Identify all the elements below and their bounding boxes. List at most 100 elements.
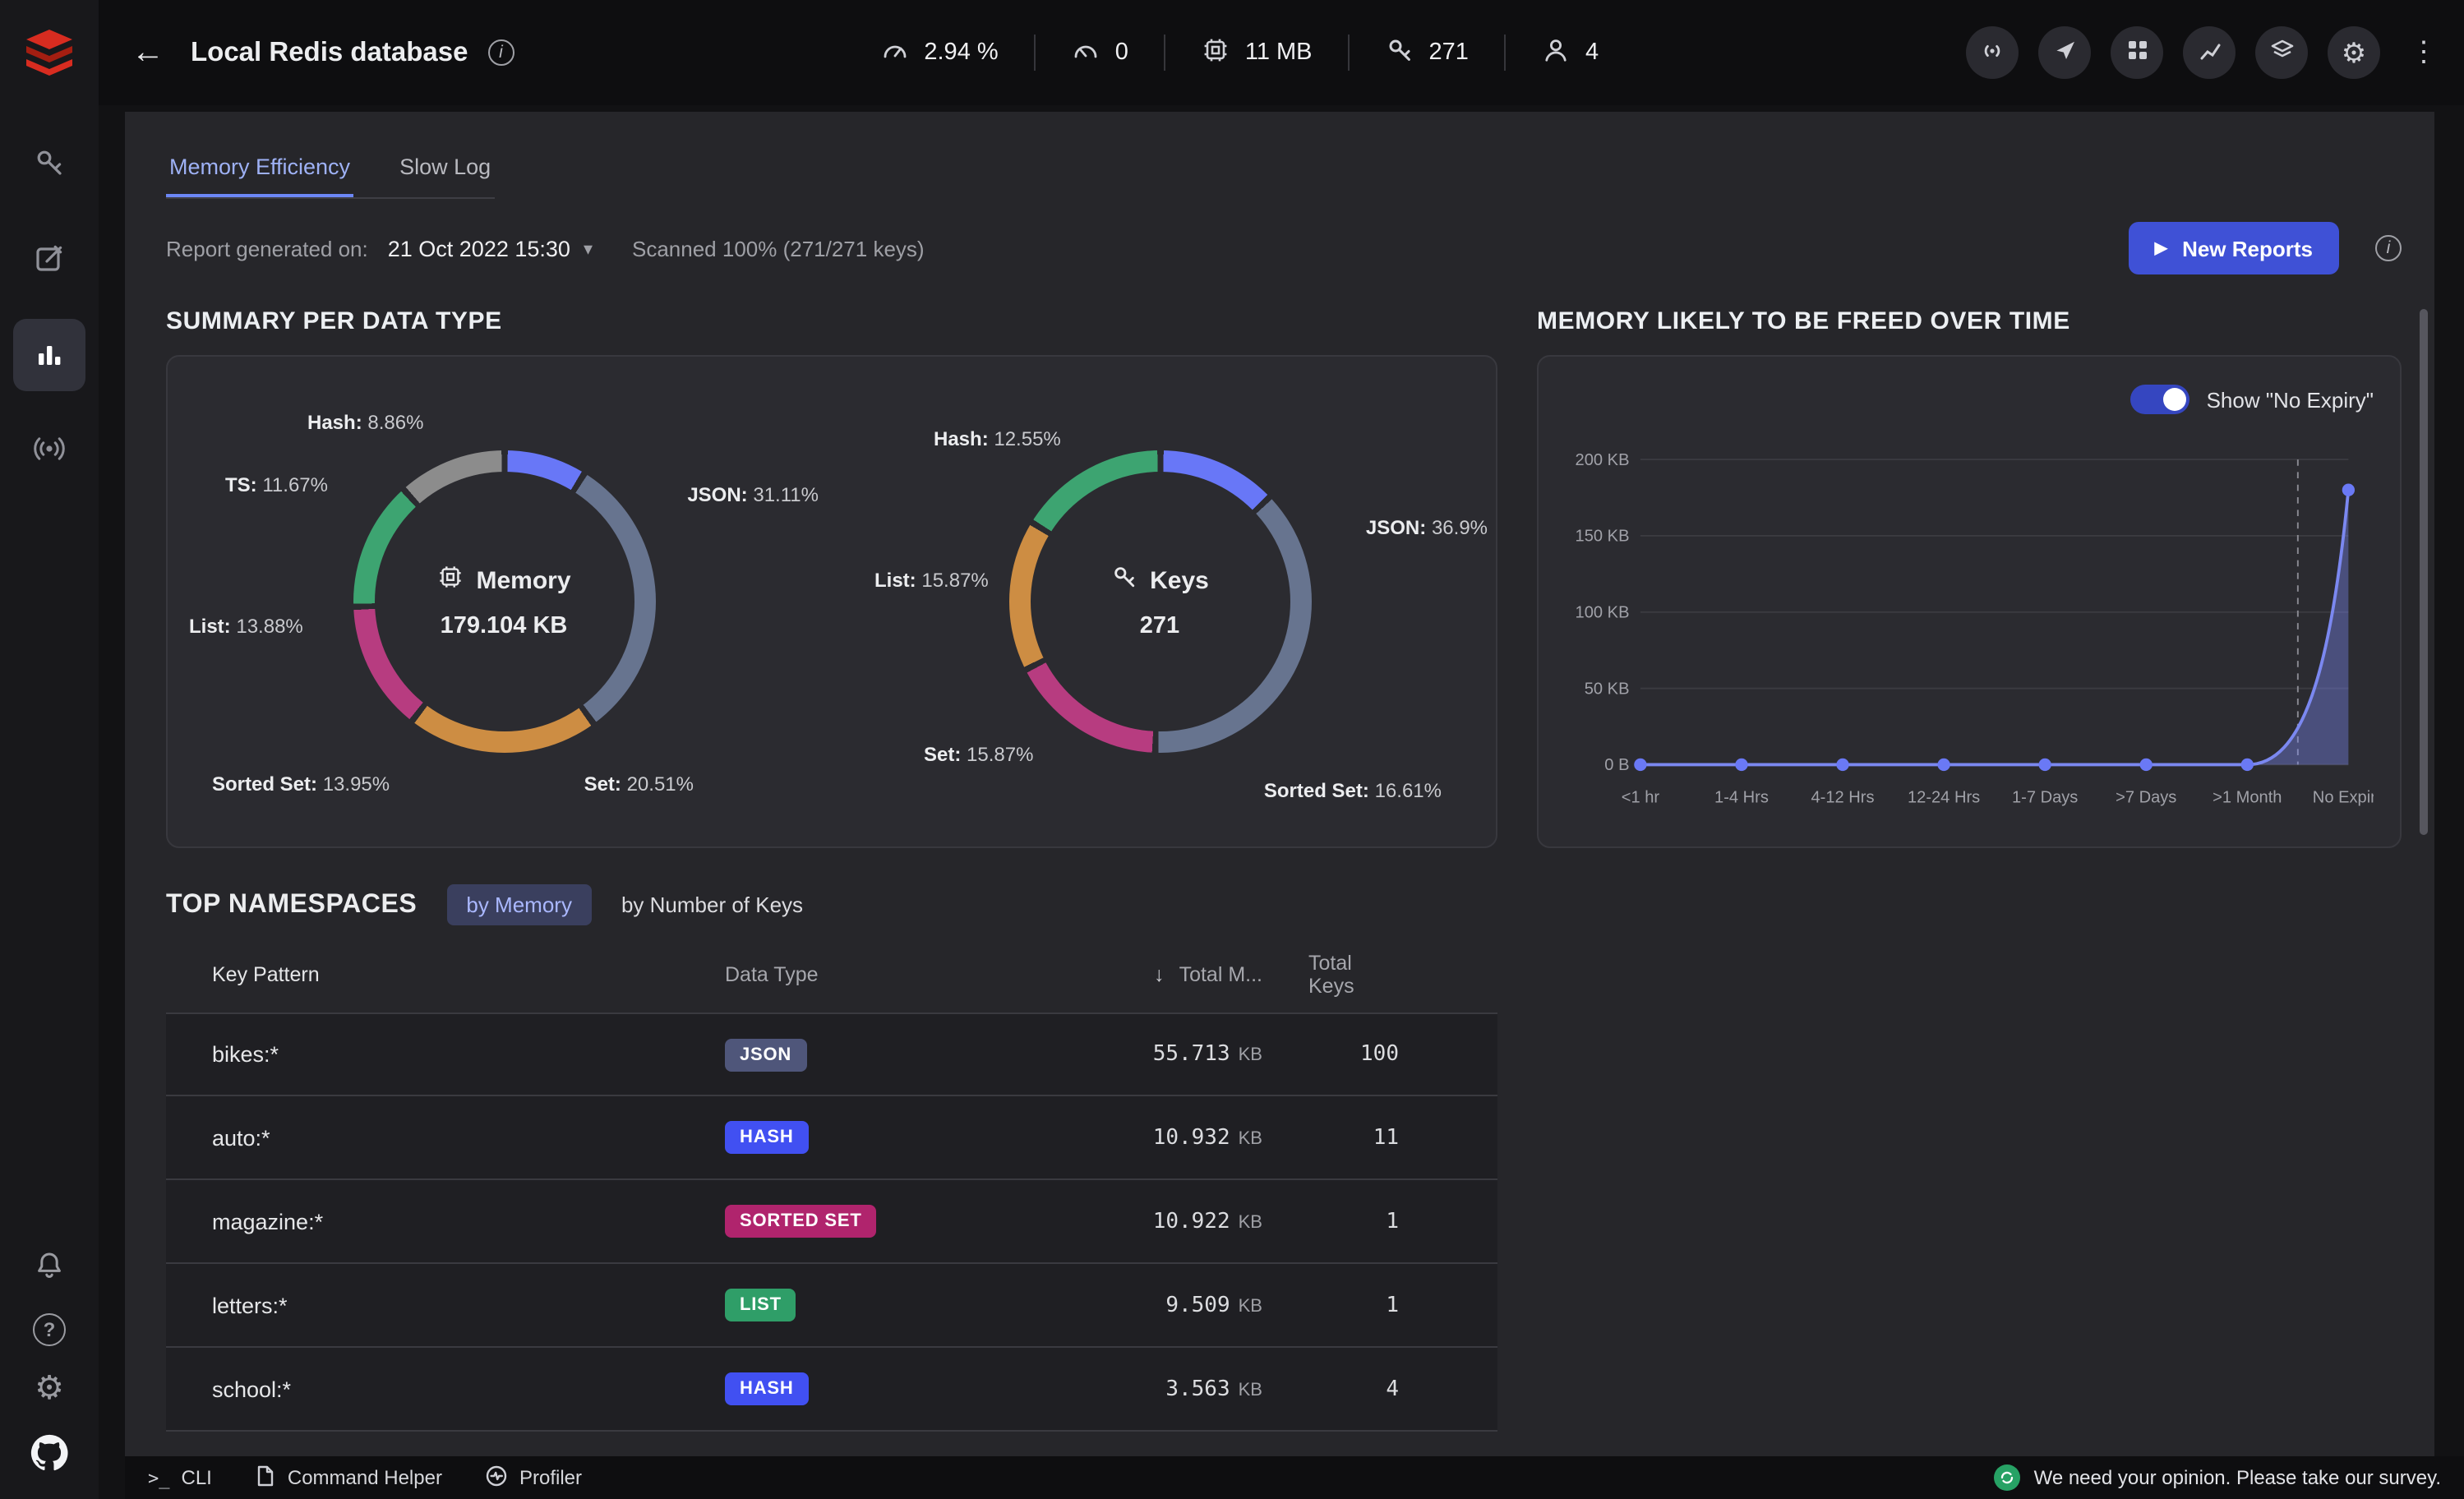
pubsub-button[interactable] (1966, 26, 2019, 79)
cli-button[interactable]: >_ CLI (148, 1466, 212, 1489)
svg-text:100 KB: 100 KB (1576, 603, 1630, 621)
by-memory-toggle[interactable]: by Memory (446, 884, 592, 925)
key-pattern-cell: letters:* (166, 1293, 684, 1317)
svg-text:0 B: 0 B (1604, 756, 1629, 774)
more-menu-button[interactable]: ⋮ (2410, 36, 2438, 69)
commands-per-sec-metric: 0 (1036, 35, 1165, 70)
donut-segment-label: Set: 20.51% (584, 773, 694, 796)
freed-memory-card: Show "No Expiry" 200 KB150 KB100 KB50 KB… (1537, 355, 2402, 848)
chevron-down-icon: ▾ (584, 238, 593, 259)
report-date-value: 21 Oct 2022 15:30 (388, 236, 570, 261)
analytics-button[interactable] (2183, 26, 2236, 79)
command-helper-button[interactable]: Command Helper (255, 1464, 442, 1492)
sidebar-item-pubsub[interactable] (13, 414, 85, 487)
send-icon (2052, 38, 2077, 67)
sort-desc-icon: ↓ (1154, 963, 1165, 986)
profiler-button[interactable]: Profiler (485, 1464, 582, 1492)
table-header-row: Key Pattern Data Type ↓ Total M... Total… (166, 942, 1497, 1012)
report-date-dropdown[interactable]: 21 Oct 2022 15:30 ▾ (388, 236, 593, 261)
connected-clients-value: 4 (1585, 39, 1599, 66)
scrollbar[interactable] (2420, 309, 2428, 835)
table-row[interactable]: auto:*HASH10.932KB11 (166, 1096, 1497, 1180)
back-button[interactable]: ← (132, 34, 164, 71)
report-generated-label: Report generated on: (166, 236, 368, 261)
survey-label: We need your opinion. Please take our su… (2034, 1466, 2441, 1489)
gauge-icon (881, 35, 909, 70)
bottom-toolbar: >_ CLI Command Helper Profiler (125, 1456, 2464, 1499)
connected-clients-metric: 4 (1507, 35, 1635, 70)
analysis-tabs: Memory Efficiency Slow Log (166, 138, 494, 199)
reports-info-button[interactable]: i (2375, 235, 2402, 261)
header-data-type[interactable]: Data Type (684, 963, 1095, 986)
table-row[interactable]: letters:*LIST9.509KB1 (166, 1264, 1497, 1348)
layers-button[interactable] (2255, 26, 2308, 79)
namespaces-table: Key Pattern Data Type ↓ Total M... Total… (166, 942, 1497, 1432)
header-total-memory[interactable]: ↓ Total M... (1095, 963, 1308, 986)
scanned-status: Scanned 100% (271/271 keys) (632, 236, 925, 261)
summary-section-title: SUMMARY PER DATA TYPE (166, 307, 1497, 335)
terminal-icon: >_ (148, 1467, 170, 1488)
donut-title: Keys (1150, 566, 1209, 594)
cpu-usage-metric: 2.94 % (845, 35, 1034, 70)
bell-icon (33, 1262, 66, 1287)
user-icon (1543, 35, 1571, 70)
redis-logo[interactable] (0, 0, 99, 105)
sidebar: ? ⚙ (0, 0, 99, 1499)
namespace-rows: bikes:*JSON55.713KB100auto:*HASH10.932KB… (166, 1012, 1497, 1432)
svg-text:50 KB: 50 KB (1585, 680, 1630, 698)
table-row[interactable]: school:*HASH3.563KB4 (166, 1348, 1497, 1432)
speedometer-icon (1073, 35, 1100, 70)
total-memory-cell: 55.713KB (1095, 1042, 1308, 1067)
key-icon (1387, 35, 1414, 70)
metrics-bar: 2.94 % 0 (845, 35, 1635, 71)
total-memory-value: 11 MB (1245, 39, 1313, 66)
help-button[interactable]: ? (33, 1313, 66, 1346)
command-helper-label: Command Helper (288, 1466, 442, 1489)
broadcast-icon (33, 431, 66, 469)
topbar: ← Local Redis database i 2.94 % (99, 0, 2464, 105)
data-type-cell: JSON (684, 1038, 1095, 1071)
settings-sidebar-button[interactable]: ⚙ (35, 1372, 64, 1405)
by-keys-toggle[interactable]: by Number of Keys (621, 892, 803, 917)
header-key-pattern[interactable]: Key Pattern (166, 963, 684, 986)
tab-memory-efficiency[interactable]: Memory Efficiency (166, 138, 353, 197)
donut-segment-label: Sorted Set: 13.95% (212, 773, 390, 796)
svg-text:200 KB: 200 KB (1576, 451, 1630, 469)
data-type-cell: SORTED SET (684, 1205, 1095, 1238)
topbar-actions: ⚙ ⋮ (1966, 26, 2438, 79)
new-reports-button[interactable]: ▶ New Reports (2129, 222, 2339, 274)
donut: Keys 271 (1008, 450, 1311, 753)
settings-button[interactable]: ⚙ (2328, 26, 2380, 79)
github-button[interactable] (28, 1432, 71, 1479)
donut-segment-label: JSON: 36.9% (1366, 516, 1488, 539)
key-pattern-cell: bikes:* (166, 1042, 684, 1067)
donut-segment-label: List: 13.88% (189, 615, 303, 638)
notifications-button[interactable] (33, 1249, 66, 1287)
key-pattern-cell: auto:* (166, 1125, 684, 1150)
header-total-keys[interactable]: Total Keys (1308, 952, 1497, 998)
database-info-button[interactable]: i (487, 39, 514, 66)
total-memory-cell: 3.563KB (1095, 1377, 1308, 1401)
svg-text:150 KB: 150 KB (1576, 528, 1630, 546)
sidebar-bottom: ? ⚙ (28, 1249, 71, 1479)
namespaces-title: TOP NAMESPACES (166, 890, 417, 920)
total-keys-cell: 100 (1308, 1042, 1497, 1067)
table-row[interactable]: magazine:*SORTED SET10.922KB1 (166, 1180, 1497, 1264)
svg-text:4-12 Hrs: 4-12 Hrs (1811, 788, 1874, 806)
survey-link[interactable]: We need your opinion. Please take our su… (1995, 1464, 2441, 1491)
show-no-expiry-toggle[interactable] (2131, 385, 2190, 414)
report-bar: Report generated on: 21 Oct 2022 15:30 ▾… (166, 222, 2402, 274)
donut-segment-label: Set: 15.87% (924, 743, 1033, 766)
commands-button[interactable] (2111, 26, 2163, 79)
tab-slow-log[interactable]: Slow Log (396, 138, 494, 197)
sidebar-item-analytics[interactable] (13, 319, 85, 391)
app-root: ? ⚙ ← Local Redis database i (0, 0, 2464, 1499)
pulse-circle-icon (485, 1464, 508, 1492)
gear-icon: ⚙ (35, 1371, 64, 1407)
sidebar-item-browser[interactable] (13, 128, 85, 201)
total-keys-cell: 4 (1308, 1377, 1497, 1401)
workbench-button[interactable] (2038, 26, 2091, 79)
layers-icon (2269, 38, 2294, 67)
table-row[interactable]: bikes:*JSON55.713KB100 (166, 1012, 1497, 1096)
sidebar-item-workbench[interactable] (13, 224, 85, 296)
